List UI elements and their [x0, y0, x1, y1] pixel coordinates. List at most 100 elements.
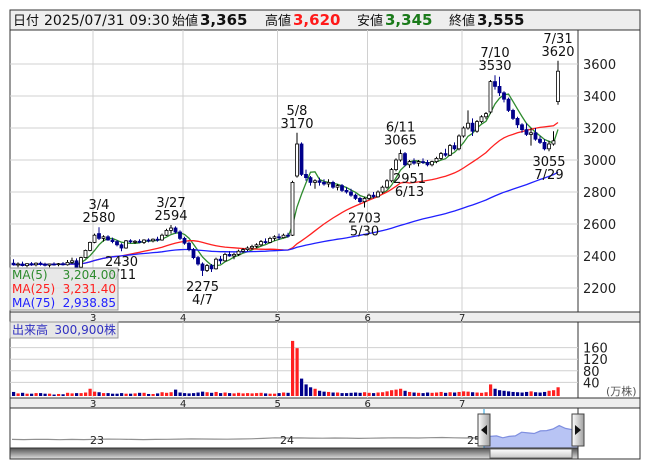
- volume-bar: [106, 393, 110, 396]
- volume-bar: [214, 391, 218, 396]
- volume-bar: [466, 391, 470, 396]
- candle-up: [250, 245, 254, 249]
- volume-month-label: 4: [180, 399, 186, 410]
- candle-up: [335, 185, 340, 188]
- volume-bar: [471, 392, 475, 396]
- annotation-date: 6/13: [395, 185, 424, 200]
- volume-bar: [300, 378, 304, 396]
- volume-header-label: 出来高: [12, 322, 48, 337]
- volume-bar: [367, 392, 371, 396]
- volume-bar: [93, 391, 97, 396]
- volume-bar: [543, 391, 547, 396]
- candle-up: [434, 157, 439, 162]
- candle-up: [529, 132, 533, 135]
- volume-bar: [394, 389, 398, 396]
- candle-down: [137, 240, 142, 243]
- candle-up: [232, 253, 236, 257]
- candle-down: [263, 241, 268, 244]
- candle-down: [128, 240, 133, 243]
- candle-down: [218, 258, 223, 262]
- candle-down: [538, 138, 542, 143]
- datetime-value: 2025/07/31 09:30: [44, 13, 170, 29]
- volume-bar: [124, 393, 128, 396]
- candle-up: [133, 240, 137, 243]
- candle-up: [124, 240, 128, 249]
- volume-bar: [529, 391, 533, 396]
- low-value: 3,345: [385, 11, 432, 29]
- candle-down: [38, 262, 43, 265]
- volume-bar: [295, 348, 299, 396]
- volume-bar: [147, 393, 151, 396]
- candle-down: [110, 239, 115, 242]
- volume-bar: [183, 393, 187, 396]
- candle-up: [295, 143, 299, 177]
- candle-up: [376, 191, 380, 198]
- volume-bar: [516, 392, 520, 396]
- candle-down: [286, 234, 290, 237]
- volume-bar: [430, 392, 434, 396]
- volume-bar: [475, 392, 479, 396]
- volume-bar: [273, 393, 277, 396]
- volume-bar: [417, 392, 421, 396]
- candle-up: [223, 253, 227, 262]
- volume-bar: [336, 392, 340, 396]
- volume-bar: [376, 392, 380, 396]
- candle-up: [79, 257, 83, 268]
- candle-down: [515, 118, 520, 126]
- price-tick-label: 3600: [583, 58, 616, 73]
- candle-up: [475, 121, 479, 132]
- candle-down: [344, 189, 349, 193]
- volume-bar: [502, 390, 506, 396]
- volume-bar: [129, 393, 133, 396]
- volume-bar: [165, 392, 169, 396]
- candle-down: [74, 260, 79, 268]
- candle-down: [425, 161, 430, 166]
- candle-down: [322, 181, 326, 185]
- volume-bar: [327, 391, 331, 396]
- candle-up: [551, 140, 556, 145]
- candle-down: [200, 263, 205, 271]
- candle-up: [488, 81, 493, 113]
- volume-bar: [498, 390, 502, 396]
- volume-bar: [142, 392, 146, 396]
- volume-bar: [363, 392, 367, 396]
- volume-bar: [291, 340, 295, 396]
- navigator-scrollbar-thumb[interactable]: [489, 448, 573, 459]
- volume-bar: [115, 393, 119, 396]
- volume-month-label: 6: [365, 399, 371, 410]
- candle-down: [470, 122, 475, 132]
- volume-bar: [489, 384, 493, 396]
- price-tick-label: 2200: [583, 282, 616, 297]
- candle-up: [259, 241, 263, 246]
- close-value: 3,555: [477, 11, 524, 29]
- volume-bar: [534, 392, 538, 396]
- volume-bar: [286, 392, 290, 396]
- candle-up: [407, 161, 412, 166]
- volume-bar: [223, 392, 227, 396]
- volume-bar: [277, 393, 281, 396]
- navigator-right-blank: [577, 407, 641, 460]
- volume-bar: [556, 387, 560, 396]
- high-value: 3,620: [293, 11, 340, 29]
- candle-up: [205, 265, 209, 271]
- candle-up: [461, 127, 466, 137]
- price-tick-label: 2600: [583, 218, 616, 233]
- candle-down: [155, 238, 160, 241]
- candle-down: [97, 233, 101, 239]
- volume-bar: [246, 393, 250, 396]
- open-value: 3,365: [200, 11, 247, 29]
- ma25-legend-label: MA(25): [12, 282, 55, 296]
- candle-up: [290, 181, 295, 236]
- volume-bar: [102, 393, 106, 396]
- candle-up: [479, 116, 484, 123]
- volume-bar: [66, 392, 70, 396]
- volume-bar: [79, 393, 83, 396]
- volume-bar: [264, 393, 268, 396]
- month-label: 5: [275, 313, 281, 324]
- volume-bar: [493, 388, 497, 396]
- candle-down: [187, 242, 191, 250]
- candle-up: [457, 135, 461, 150]
- candle-down: [358, 197, 362, 202]
- candle-up: [362, 197, 367, 202]
- volume-bar: [120, 393, 124, 396]
